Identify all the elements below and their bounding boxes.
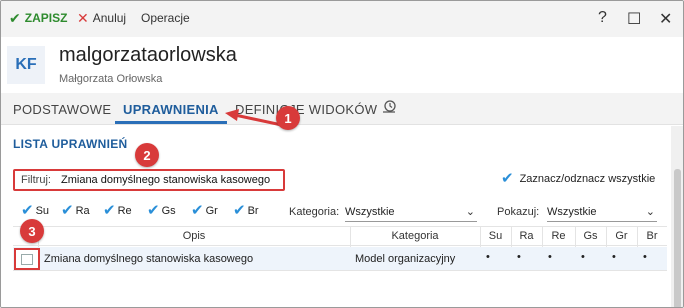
permissions-panel: LISTA UPRAWNIEŃ Filtruj: Zmiana domyślne… <box>1 126 671 307</box>
flag-ra-checkbox[interactable]: ✔ Ra <box>61 202 90 219</box>
checkmark-icon: ✔ <box>191 202 204 219</box>
close-icon: ✕ <box>77 10 89 26</box>
annotation-badge-3: 3 <box>20 219 44 243</box>
category-select[interactable]: Wszystkie ⌄ <box>345 204 477 222</box>
annotation-badge-2: 2 <box>135 143 159 167</box>
flag-gs-checkbox[interactable]: ✔ Gs <box>147 202 176 219</box>
tab-bar: PODSTAWOWE UPRAWNIENIA DEFINICJE WIDOKÓW <box>1 93 683 125</box>
row-checkbox[interactable] <box>21 254 33 265</box>
flag-label: Gs <box>161 205 176 217</box>
help-icon[interactable]: ? <box>598 9 607 27</box>
column-ra[interactable]: Ra <box>511 230 542 242</box>
cell-re: • <box>548 251 552 263</box>
maximize-icon[interactable]: ☐ <box>627 9 641 29</box>
tab-uprawnienia[interactable]: UPRAWNIENIA <box>123 102 219 117</box>
scrollbar-thumb[interactable] <box>674 169 681 307</box>
cancel-button[interactable]: ✕ Anuluj <box>77 11 126 25</box>
user-full-name: Małgorzata Orłowska <box>59 73 163 85</box>
column-re[interactable]: Re <box>542 230 575 242</box>
tab-podstawowe[interactable]: PODSTAWOWE <box>13 102 111 117</box>
flag-label: Su <box>35 205 50 217</box>
flag-label: Br <box>247 205 259 217</box>
section-title: LISTA UPRAWNIEŃ <box>13 137 128 151</box>
operations-label: Operacje <box>141 11 190 25</box>
check-all-toggle[interactable]: ✔ Zaznacz/odznacz wszystkie <box>501 170 656 187</box>
category-value: Wszystkie <box>345 206 395 218</box>
show-label: Pokazuj: <box>497 206 540 218</box>
chevron-down-icon: ⌄ <box>645 206 655 218</box>
operations-menu[interactable]: Operacje <box>141 11 190 25</box>
history-icon[interactable] <box>381 99 397 119</box>
column-opis[interactable]: Opis <box>38 230 350 242</box>
flag-re-checkbox[interactable]: ✔ Re <box>103 202 132 219</box>
checkmark-icon: ✔ <box>233 202 246 219</box>
checkmark-icon: ✔ <box>103 202 116 219</box>
flag-su-checkbox[interactable]: ✔ Su <box>21 202 50 219</box>
filter-input[interactable]: Zmiana domyślnego stanowiska kasowego <box>61 174 270 186</box>
column-gr[interactable]: Gr <box>606 230 637 242</box>
cell-su: • <box>486 251 490 263</box>
active-tab-indicator <box>115 121 227 124</box>
cell-opis: Zmiana domyślnego stanowiska kasowego <box>44 253 254 265</box>
flag-label: Re <box>117 205 132 217</box>
check-all-label: Zaznacz/odznacz wszystkie <box>519 173 656 185</box>
user-header: KF malgorzataorlowska Małgorzata Orłowsk… <box>1 37 683 93</box>
annotation-badge-1: 1 <box>276 106 300 130</box>
cancel-label: Anuluj <box>92 11 127 25</box>
save-button[interactable]: ✔ ZAPISZ <box>9 11 67 25</box>
column-kategoria[interactable]: Kategoria <box>350 230 480 242</box>
page-title: malgorzataorlowska <box>59 44 237 66</box>
chevron-down-icon: ⌄ <box>465 206 475 218</box>
table-row[interactable]: Zmiana domyślnego stanowiska kasowego Mo… <box>13 247 667 271</box>
column-su[interactable]: Su <box>480 230 511 242</box>
category-label: Kategoria: <box>289 206 340 218</box>
flag-gr-checkbox[interactable]: ✔ Gr <box>191 202 218 219</box>
cell-br: • <box>643 251 647 263</box>
cell-kategoria: Model organizacyjny <box>355 253 456 265</box>
checkmark-icon: ✔ <box>501 170 514 187</box>
flags-row: ✔ Su ✔ Ra ✔ Re ✔ Gs ✔ Gr ✔ Br Kategoria:… <box>21 202 661 222</box>
checkmark-icon: ✔ <box>9 10 21 26</box>
show-select[interactable]: Wszystkie ⌄ <box>547 204 657 222</box>
checkmark-icon: ✔ <box>21 202 34 219</box>
filter-field[interactable]: Filtruj: Zmiana domyślnego stanowiska ka… <box>13 169 285 191</box>
save-label: ZAPISZ <box>24 11 68 25</box>
flag-label: Gr <box>205 205 218 217</box>
window-close-icon[interactable]: ✕ <box>659 9 672 29</box>
table-header: Opis Kategoria Su Ra Re Gs Gr Br <box>13 226 667 247</box>
cell-gs: • <box>581 251 585 263</box>
avatar: KF <box>7 46 45 84</box>
checkmark-icon: ✔ <box>147 202 160 219</box>
row-checkbox-highlight <box>14 248 40 270</box>
filter-label: Filtruj: <box>21 174 51 186</box>
column-br[interactable]: Br <box>637 230 667 242</box>
checkmark-icon: ✔ <box>61 202 74 219</box>
column-gs[interactable]: Gs <box>575 230 606 242</box>
top-toolbar: ✔ ZAPISZ ✕ Anuluj Operacje ? ☐ ✕ <box>1 1 683 37</box>
cell-ra: • <box>517 251 521 263</box>
user-edit-window: ✔ ZAPISZ ✕ Anuluj Operacje ? ☐ ✕ KF malg… <box>0 0 684 308</box>
cell-gr: • <box>612 251 616 263</box>
flag-br-checkbox[interactable]: ✔ Br <box>233 202 259 219</box>
show-value: Wszystkie <box>547 206 597 218</box>
flag-label: Ra <box>75 205 90 217</box>
